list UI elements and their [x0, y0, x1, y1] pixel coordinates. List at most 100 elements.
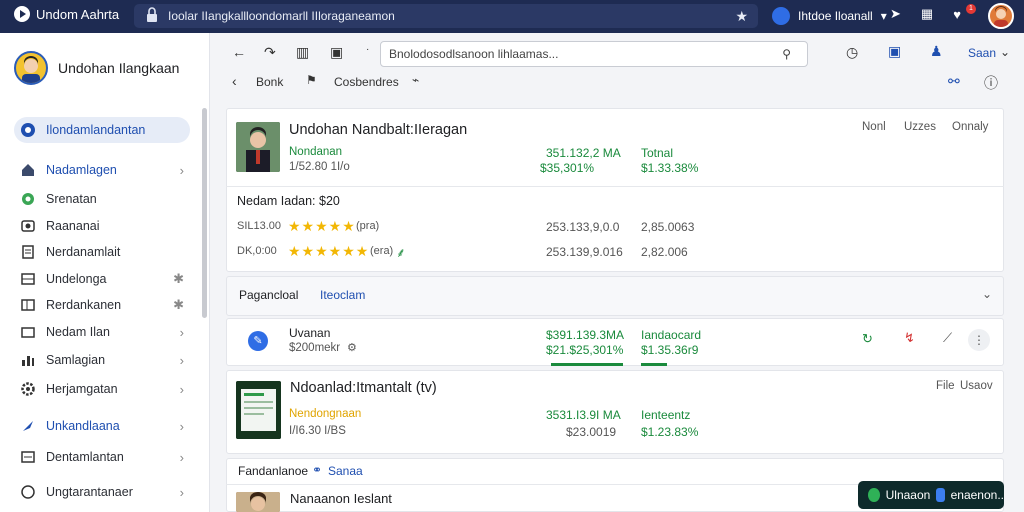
footer-link[interactable]: Sanaa	[328, 464, 363, 478]
sidebar-item-10[interactable]: Unkandlaana ›	[14, 413, 190, 439]
chevron-down-icon[interactable]: ⌄	[982, 287, 992, 301]
header-col-1[interactable]: Nonl	[862, 121, 886, 133]
metric-a-top: 3531.I3.9I MA	[546, 408, 621, 422]
bookmark-star-icon[interactable]: ★	[735, 4, 748, 28]
rating-stars-2[interactable]: ★★★★★★	[288, 243, 369, 260]
section-tab[interactable]: Cosbendres	[334, 75, 399, 89]
app-name: Undom Aahrta	[36, 6, 120, 22]
link-icon[interactable]: ⚭	[312, 463, 322, 477]
status-dot-icon	[868, 488, 880, 502]
sidebar-item-home[interactable]: Ilondamlandantan	[14, 117, 190, 143]
product-title[interactable]: Undohan Nandbalt:IIeragan	[289, 122, 467, 138]
sidebar-item-label: Nedam Ilan	[46, 325, 110, 339]
product-title[interactable]: Ndoanlad:Itmantalt (tv)	[290, 380, 437, 396]
sidebar-item-5[interactable]: Undelonga ✱	[14, 266, 190, 292]
more-vert-icon[interactable]: ⋮	[968, 329, 990, 351]
product-title[interactable]: Nanaanon Ieslant	[290, 491, 392, 506]
profile-avatar	[14, 51, 48, 85]
send-icon[interactable]: ➤	[890, 6, 901, 22]
header-col-2[interactable]: Usaov	[960, 380, 993, 392]
rating-stars-1[interactable]: ★★★★★	[288, 218, 356, 235]
product-thumbnail[interactable]	[236, 122, 280, 172]
divider	[226, 186, 1004, 187]
product-status: Nondanan	[289, 146, 343, 158]
url-bar[interactable]: Ioolar IIangkallloondomarll IIloraganeam…	[134, 4, 758, 28]
sidebar-item-label: Ungtarantanaer	[46, 485, 133, 499]
share-icon[interactable]: ↷	[264, 44, 276, 61]
rocket-icon	[20, 418, 36, 434]
search-text: Bnolodosodlsanoon lihlaamas...	[389, 47, 559, 61]
metric-a-bottom: $23.0019	[566, 425, 617, 439]
sidebar-item-3[interactable]: Raananai	[14, 213, 190, 239]
url-text: Ioolar IIangkallloondomarll IIloraganeam…	[168, 9, 395, 23]
row-sub: $200mekr	[289, 342, 341, 354]
search-input[interactable]: Bnolodosodlsanoon lihlaamas... ⚲	[380, 41, 808, 67]
sidebar-item-6[interactable]: Rerdankanen ✱	[14, 292, 190, 318]
header-col-1[interactable]: File	[936, 380, 955, 392]
book-icon[interactable]: ▥	[296, 44, 309, 61]
search-icon[interactable]: ⚲	[782, 42, 791, 66]
wrench-icon[interactable]: ⟋	[943, 330, 952, 346]
info-icon[interactable]: ⓘ	[984, 73, 998, 93]
sidebar-item-7[interactable]: Nedam Ilan ›	[14, 319, 190, 345]
notification-badge: 1	[966, 4, 976, 14]
bookmark-icon[interactable]: ⚑	[306, 73, 317, 87]
save-button[interactable]: Saan	[968, 46, 996, 60]
sidebar-item-2[interactable]: Srenatan	[14, 186, 190, 212]
header-col-2[interactable]: Uzzes	[904, 121, 936, 133]
sidebar-scrollbar[interactable]	[202, 108, 207, 318]
flag-icon[interactable]: ↯	[904, 330, 915, 346]
tag-icon[interactable]: ⌁	[412, 73, 419, 87]
apps-icon[interactable]: ▦	[921, 6, 933, 22]
chevron-down-icon[interactable]: ⌄	[1000, 45, 1010, 59]
account-switcher[interactable]: Ihtdoe Iloanall ▾	[772, 7, 887, 25]
price-line: Nedam Iadan: $20	[237, 194, 340, 208]
attach-icon[interactable]: ⚯	[948, 73, 960, 90]
back-button[interactable]: Bonk	[256, 75, 283, 89]
edit-icon[interactable]: ✎	[248, 331, 268, 351]
rating-row-1-value: 253.133,9,0.0	[546, 220, 620, 234]
chevron-right-icon: ›	[179, 162, 184, 178]
clock-icon[interactable]: ◷	[846, 44, 858, 61]
image-icon[interactable]: ▣	[330, 44, 343, 61]
rating-row-1-value2: 2,85.0063	[641, 220, 695, 234]
arrow-left-icon[interactable]: ←	[232, 44, 246, 60]
user-avatar[interactable]	[988, 3, 1014, 29]
sidebar-item-11[interactable]: Dentamlantan ›	[14, 444, 190, 470]
list-row[interactable]	[226, 318, 1004, 366]
bell-icon[interactable]: ♥	[953, 7, 961, 22]
account-dot-icon	[772, 7, 790, 25]
account-label: Ihtdoe Iloanall	[798, 9, 873, 23]
grid-icon	[20, 271, 36, 287]
sidebar-item-9[interactable]: Herjamgatan ›	[14, 376, 190, 402]
sidebar-item-1[interactable]: Nadamlagen ›	[14, 157, 190, 183]
chat-icon[interactable]: ▣	[888, 43, 901, 60]
sidebar-item-12[interactable]: Ungtarantanaer ›	[14, 479, 190, 505]
header-col-3[interactable]: Onnaly	[952, 121, 988, 133]
document-icon	[20, 244, 36, 260]
gear-icon[interactable]: ⚙	[347, 341, 357, 354]
table-icon	[20, 297, 36, 313]
product-thumbnail[interactable]	[236, 492, 280, 512]
sidebar-item-8[interactable]: Samlagian ›	[14, 347, 190, 373]
row-metric-b-bottom: $1.35.36r9	[641, 343, 699, 357]
progress-underline	[551, 363, 623, 366]
profile-block[interactable]: Undohan Ilangkaan	[14, 51, 179, 85]
more-icon[interactable]: ·	[366, 44, 369, 55]
section-title-b: Iteoclam	[320, 288, 366, 302]
app-title[interactable]: Undom Aahrta	[14, 6, 119, 22]
sidebar-item-4[interactable]: Nerdanamlait	[14, 239, 190, 265]
metric-a-bottom: $35,301%	[540, 161, 595, 175]
status-chip[interactable]: Ulnaaon enaenon..	[858, 481, 1004, 509]
globe-icon	[20, 191, 36, 207]
list-icon	[20, 449, 36, 465]
main-toolbar: ← ↷ ▥ ▣ · Bnolodosodlsanoon lihlaamas...…	[222, 38, 1022, 70]
chevron-down-icon: ▾	[880, 9, 887, 23]
product-meta: I/I6.30 I/BS	[289, 425, 346, 437]
product-thumbnail[interactable]	[236, 381, 281, 439]
people-icon[interactable]: ♟	[930, 43, 943, 60]
footer-label: Fandanlanoe	[238, 464, 309, 478]
chevron-left-icon[interactable]: ‹	[232, 73, 237, 89]
rating-row-2-value: 253.139,9.016	[546, 245, 623, 259]
refresh-icon[interactable]: ↻	[862, 331, 873, 347]
